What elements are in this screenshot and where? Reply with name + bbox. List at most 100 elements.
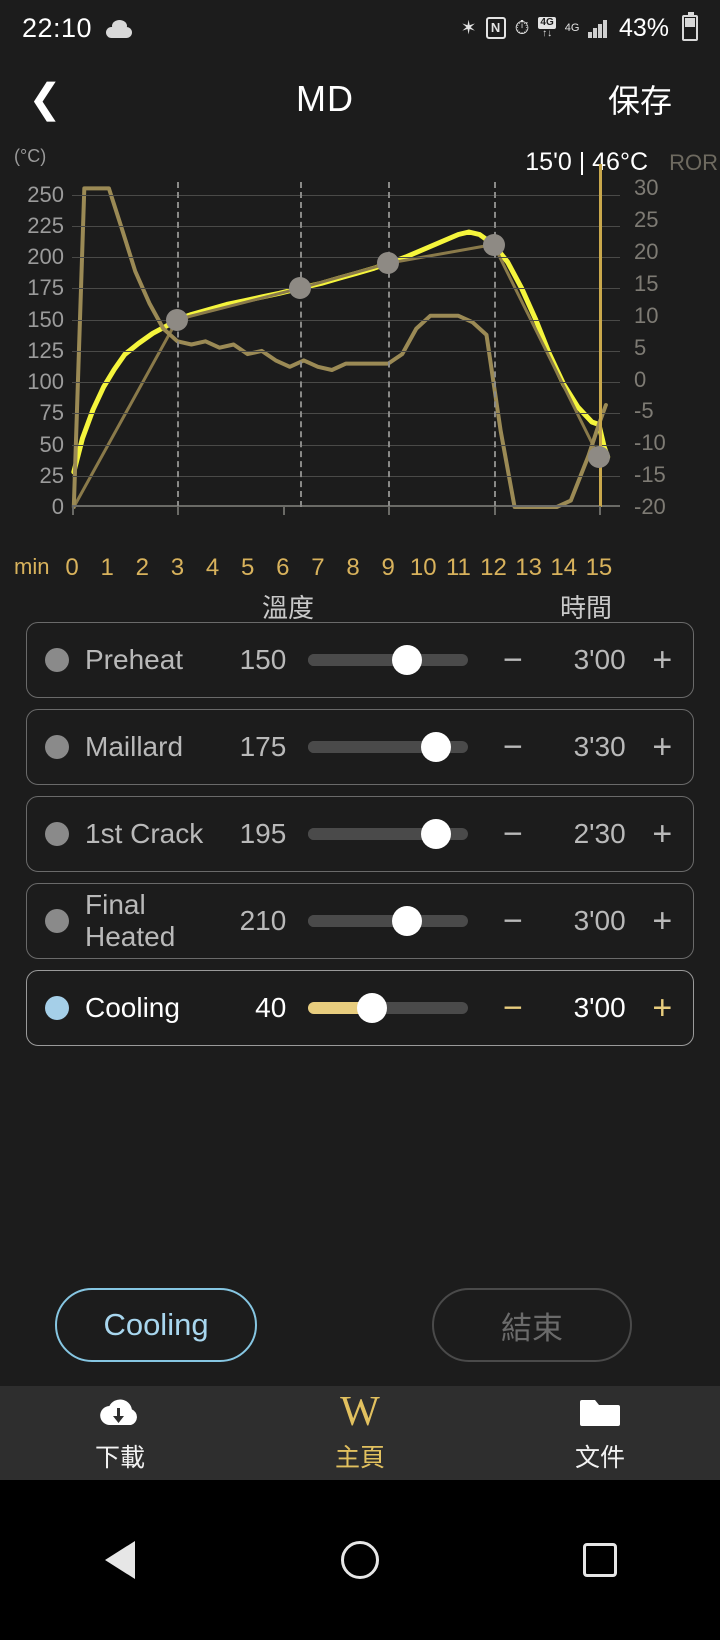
time-decrease-button[interactable]: − xyxy=(500,643,525,677)
nav-item-label: 主頁 xyxy=(334,1444,385,1472)
chart-ror-label: ROR xyxy=(669,150,718,175)
phase-divider-line xyxy=(388,182,391,507)
w-logo-icon: W xyxy=(340,1389,380,1435)
grid-line xyxy=(72,225,620,227)
end-button[interactable]: 結束 xyxy=(432,1288,632,1362)
phase-time-value: 3'00 xyxy=(573,992,626,1023)
phase-temperature-slider[interactable] xyxy=(308,906,469,936)
phase-status-dot xyxy=(45,996,69,1020)
grid-line xyxy=(72,475,620,477)
page-title: MD xyxy=(296,78,354,119)
y-axis-left-tick: 150 xyxy=(27,306,64,332)
recents-square-icon[interactable] xyxy=(572,1532,628,1588)
slider-knob[interactable] xyxy=(421,819,452,849)
data-arrows-icon: ↑↓ xyxy=(542,28,553,39)
phase-row-maillard[interactable]: Maillard 175 − 3'30 + xyxy=(26,709,694,785)
alarm-icon: ⏱ xyxy=(514,17,530,39)
phase-divider-line xyxy=(300,182,303,507)
time-increase-button[interactable]: + xyxy=(650,991,675,1025)
phase-temperature-slider[interactable] xyxy=(308,645,469,675)
column-headers: 溫度 時間 xyxy=(0,588,720,623)
phase-marker-dot[interactable] xyxy=(377,252,400,275)
x-axis-tick-mark xyxy=(177,506,180,515)
slider-knob[interactable] xyxy=(392,645,423,675)
network-4g-label: 4G xyxy=(564,22,580,34)
phase-marker-dot[interactable] xyxy=(166,308,189,331)
grid-line xyxy=(72,257,620,258)
phase-divider-line xyxy=(493,182,496,507)
y-axis-left-tick: 0 xyxy=(51,494,64,519)
back-button[interactable]: ❮ xyxy=(0,76,90,122)
phase-name: Maillard xyxy=(85,731,184,762)
phase-marker-dot[interactable] xyxy=(482,233,505,256)
x-axis-line xyxy=(72,505,620,507)
x-axis-tick: 9 xyxy=(381,554,395,581)
signal-bars-icon xyxy=(588,18,607,38)
status-clock: 22:10 xyxy=(22,12,93,43)
x-axis-tick: 7 xyxy=(311,554,325,581)
app-screen: 22:10 ✶ N ⏱ 4G ↑↓ 4G 43% ❮ MD 保存 (°C) 15… xyxy=(0,0,720,1640)
phase-marker-dot[interactable] xyxy=(587,446,610,468)
x-axis-tick: 8 xyxy=(346,554,360,581)
home-circle-icon[interactable] xyxy=(332,1532,388,1588)
phase-temperature-slider[interactable] xyxy=(308,732,469,762)
phase-row-final-heated[interactable]: Final Heated 210 − 3'00 + xyxy=(26,883,694,959)
bottom-navigation: 下載 W 主頁 文件 xyxy=(0,1386,720,1480)
nav-item-label: 文件 xyxy=(574,1444,625,1472)
time-decrease-button[interactable]: − xyxy=(500,817,525,851)
x-axis-tick: 3 xyxy=(170,554,185,581)
battery-icon xyxy=(682,12,698,41)
phase-temperature-slider[interactable] xyxy=(308,819,469,849)
x-axis-ticks: min 0 1 2 3 4 5 6 7 8 9 10 11 12 13 14 15 xyxy=(0,554,720,584)
y-axis-left-tick: 75 xyxy=(39,400,64,426)
phase-temperature-value: 195 xyxy=(239,818,287,849)
phase-temperature-slider[interactable] xyxy=(308,993,469,1023)
phase-row-preheat[interactable]: Preheat 150 − 3'00 + xyxy=(26,622,694,698)
phase-row-cooling[interactable]: Cooling 40 − 3'00 + xyxy=(26,970,694,1046)
grid-line xyxy=(72,288,620,290)
x-axis-tick-mark xyxy=(282,506,285,515)
x-axis-tick: 12 xyxy=(480,554,507,581)
cloud-download-icon xyxy=(100,1399,137,1426)
phase-status-dot xyxy=(45,735,69,759)
battery-percent: 43% xyxy=(618,13,669,42)
phase-row-1st-crack[interactable]: 1st Crack 195 − 2'30 + xyxy=(26,796,694,872)
phase-time-value: 3'00 xyxy=(573,905,626,936)
phase-temperature-value: 175 xyxy=(239,731,287,762)
save-button[interactable]: 保存 xyxy=(560,76,720,122)
roast-profile-chart[interactable]: (°C) 15'0 | 46°C ROR 250 225 200 175 150 125 1… xyxy=(0,142,720,590)
time-increase-button[interactable]: + xyxy=(650,817,675,851)
series-bean-temperature xyxy=(71,229,611,475)
action-buttons: Cooling 結束 xyxy=(0,1288,720,1366)
time-increase-button[interactable]: + xyxy=(650,643,675,677)
time-decrease-button[interactable]: − xyxy=(500,904,525,938)
phase-marker-dot[interactable] xyxy=(289,277,312,300)
chevron-left-icon: ❮ xyxy=(28,77,62,121)
y-axis-left-tick: 175 xyxy=(27,275,64,301)
y-axis-left-tick: 100 xyxy=(27,369,64,394)
back-triangle-icon[interactable] xyxy=(92,1532,148,1588)
y-axis-right-tick: 30 xyxy=(634,175,659,201)
nfc-icon: N xyxy=(485,17,506,39)
y-axis-right-tick: -5 xyxy=(634,398,654,424)
slider-knob[interactable] xyxy=(357,993,388,1023)
slider-knob[interactable] xyxy=(421,732,452,762)
cooling-button[interactable]: Cooling xyxy=(55,1288,257,1362)
column-header-time: 時間 xyxy=(560,593,613,623)
nav-item-folder[interactable]: 文件 xyxy=(480,1386,720,1480)
x-axis-tick: 6 xyxy=(276,554,290,581)
mobile-data-icon: 4G ↑↓ xyxy=(538,17,556,39)
nav-item-cloud-download[interactable]: 下載 xyxy=(0,1386,240,1480)
y-axis-right-tick: 25 xyxy=(634,207,659,233)
time-increase-button[interactable]: + xyxy=(650,904,675,938)
chart-readout: 15'0 | 46°C xyxy=(525,148,648,176)
slider-knob[interactable] xyxy=(392,906,423,936)
nav-item-w-logo[interactable]: W 主頁 xyxy=(240,1386,480,1480)
y-axis-left-tick: 25 xyxy=(39,462,64,488)
time-decrease-button[interactable]: − xyxy=(500,730,525,764)
time-increase-button[interactable]: + xyxy=(650,730,675,764)
app-header: ❮ MD 保存 xyxy=(0,56,720,142)
phase-temperature-value: 150 xyxy=(239,644,287,675)
time-decrease-button[interactable]: − xyxy=(500,991,525,1025)
y-axis-right-tick: 10 xyxy=(634,302,659,328)
